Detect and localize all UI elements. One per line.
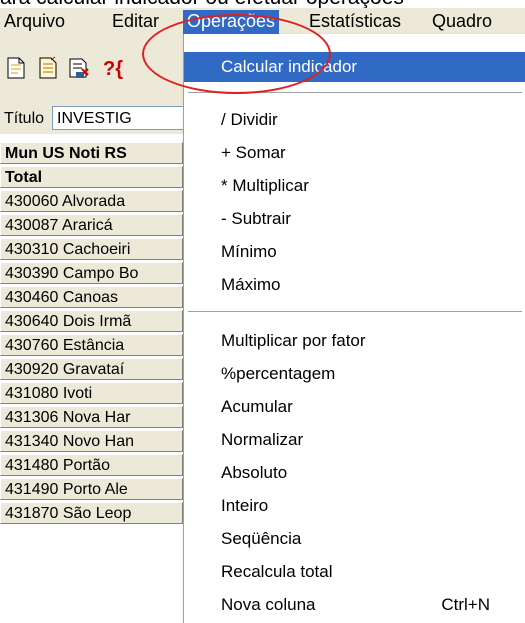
menu-item-label: Normalizar	[221, 430, 304, 449]
menu-item-label: Nova coluna	[221, 595, 316, 614]
menu-estatisticas[interactable]: Estatísticas	[305, 10, 405, 34]
menu-item-label: %percentagem	[221, 364, 336, 383]
table-total-row[interactable]: Total	[0, 166, 183, 188]
menu-separator	[188, 92, 522, 93]
table-row[interactable]: 430390 Campo Bo	[0, 262, 183, 284]
menu-item-label: Acumular	[221, 397, 293, 416]
title-label: Título	[4, 110, 45, 127]
menu-item-label: Máximo	[221, 275, 281, 294]
results-table: Mun US Noti RS Total 430060 Alvorada 4300…	[0, 142, 183, 526]
table-row[interactable]: 430087 Araricá	[0, 214, 183, 236]
new-document-icon[interactable]	[4, 56, 28, 82]
tutorial-caption: ara calcular indicador ou efetuar operaç…	[0, 0, 525, 8]
title-input[interactable]: INVESTIG	[52, 106, 192, 130]
table-row[interactable]: 431080 Ivoti	[0, 382, 183, 404]
table-row[interactable]: 430640 Dois Irmã	[0, 310, 183, 332]
title-row: Título INVESTIG	[0, 104, 192, 134]
calculate-glyph: ?{	[103, 58, 123, 80]
menu-item-percentagem[interactable]: %percentagem	[184, 359, 525, 389]
menu-item-label: Multiplicar por fator	[221, 331, 366, 350]
menu-item-multiplicar[interactable]: * Multiplicar	[184, 171, 525, 201]
menu-quadro[interactable]: Quadro	[428, 10, 496, 34]
menu-item-acumular[interactable]: Acumular	[184, 392, 525, 422]
menu-item-multiplicar-por-fator[interactable]: Multiplicar por fator	[184, 326, 525, 356]
menu-item-maximo[interactable]: Máximo	[184, 270, 525, 300]
toolbar: ?{	[0, 34, 183, 112]
table-row[interactable]: 431480 Portão	[0, 454, 183, 476]
menu-item-normalizar[interactable]: Normalizar	[184, 425, 525, 455]
menu-item-label: Recalcula total	[221, 562, 333, 581]
table-row[interactable]: 430460 Canoas	[0, 286, 183, 308]
table-header[interactable]: Mun US Noti RS	[0, 142, 183, 164]
menu-item-minimo[interactable]: Mínimo	[184, 237, 525, 267]
operacoes-dropdown-menu: Calcular indicador / Dividir + Somar * Mult…	[183, 34, 525, 623]
menu-item-label: Mínimo	[221, 242, 277, 261]
menu-item-inteiro[interactable]: Inteiro	[184, 491, 525, 521]
menu-item-label: - Subtrair	[221, 209, 291, 228]
menu-item-label: + Somar	[221, 143, 286, 162]
menu-item-label: Inteiro	[221, 496, 269, 515]
menu-operacoes[interactable]: Operações	[183, 10, 280, 34]
menu-separator	[188, 311, 522, 312]
table-row[interactable]: 430920 Gravataí	[0, 358, 183, 380]
table-row[interactable]: 431340 Novo Han	[0, 430, 183, 452]
table-row[interactable]: 430060 Alvorada	[0, 190, 183, 212]
table-row[interactable]: 431490 Porto Ale	[0, 478, 183, 500]
menu-item-recalcula-total[interactable]: Recalcula total	[184, 557, 525, 587]
table-row[interactable]: 430760 Estância	[0, 334, 183, 356]
menu-item-label: Seqüência	[221, 529, 302, 548]
menu-item-nova-coluna[interactable]: Nova coluna Ctrl+N	[184, 590, 525, 620]
shortcut-label: Ctrl+N	[441, 595, 490, 614]
table-row[interactable]: 430310 Cachoeiri	[0, 238, 183, 260]
menu-item-somar[interactable]: + Somar	[184, 138, 525, 168]
menu-item-absoluto[interactable]: Absoluto	[184, 458, 525, 488]
table-row[interactable]: 431306 Nova Har	[0, 406, 183, 428]
menu-item-label: / Dividir	[221, 110, 278, 129]
menu-editar[interactable]: Editar	[108, 10, 163, 34]
menu-item-label: Absoluto	[221, 463, 288, 482]
save-document-icon[interactable]	[68, 56, 92, 82]
menu-item-sequencia[interactable]: Seqüência	[184, 524, 525, 554]
open-document-icon[interactable]	[36, 56, 60, 82]
table-row[interactable]: 431870 São Leop	[0, 502, 183, 524]
menu-item-subtrair[interactable]: - Subtrair	[184, 204, 525, 234]
menu-arquivo[interactable]: Arquivo	[0, 10, 69, 34]
menu-item-label: * Multiplicar	[221, 176, 309, 195]
menu-item-label: Calcular indicador	[221, 57, 358, 76]
menu-item-calcular-indicador[interactable]: Calcular indicador	[184, 52, 525, 82]
calculate-icon[interactable]: ?{	[98, 56, 128, 82]
menu-bar: Arquivo Editar Operações Estatísticas Qu…	[0, 8, 525, 34]
menu-item-dividir[interactable]: / Dividir	[184, 105, 525, 135]
